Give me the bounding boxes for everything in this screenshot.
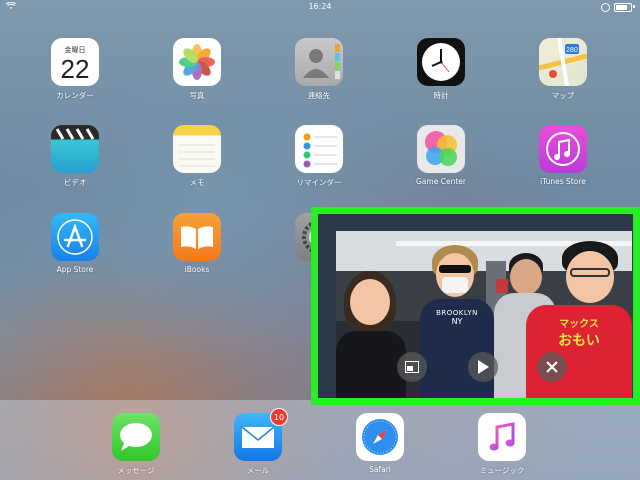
app-app-store[interactable]: App Store bbox=[35, 213, 115, 274]
calendar-weekday: 金曜日 bbox=[64, 45, 86, 54]
app-itunes-store[interactable]: iTunes Store bbox=[523, 125, 603, 186]
app-label: 連絡先 bbox=[307, 91, 331, 100]
app-gamecenter[interactable]: Game Center bbox=[401, 125, 481, 186]
app-label: メッセージ bbox=[117, 466, 155, 475]
shirt-text: マックス bbox=[559, 319, 599, 330]
pip-video[interactable]: BROOKLYN NY マックス おもい bbox=[336, 231, 632, 398]
app-label: 時計 bbox=[433, 91, 449, 100]
notes-icon bbox=[173, 125, 221, 173]
app-label: 写真 bbox=[189, 91, 205, 100]
person-shirt: マックス おもい bbox=[526, 305, 632, 398]
contacts-icon bbox=[295, 38, 343, 86]
app-notes[interactable]: メモ bbox=[157, 125, 237, 188]
dock-app-music[interactable]: ミュージック bbox=[462, 413, 542, 476]
itunes-store-icon bbox=[539, 125, 587, 173]
app-label: App Store bbox=[56, 265, 94, 274]
calendar-icon: 金曜日 22 bbox=[51, 38, 99, 86]
app-store-icon bbox=[51, 213, 99, 261]
app-videos[interactable]: ビデオ bbox=[35, 125, 115, 188]
sweater-text-2: NY bbox=[451, 317, 463, 326]
mail-badge: 10 bbox=[270, 408, 288, 426]
app-label: ミュージック bbox=[479, 466, 525, 475]
app-calendar[interactable]: 金曜日 22 カレンダー bbox=[35, 38, 115, 101]
dock-app-mail[interactable]: 10 メール bbox=[218, 408, 298, 476]
person-shirt bbox=[336, 331, 406, 398]
app-label: メモ bbox=[189, 178, 205, 187]
videos-icon bbox=[51, 125, 99, 173]
home-screen: 16:24 金曜日 22 カレンダー 写真 連絡先 時計 280 マップ ビデオ… bbox=[0, 0, 640, 480]
app-ibooks[interactable]: iBooks bbox=[157, 213, 237, 274]
app-label: ビデオ bbox=[63, 178, 87, 187]
face-mask bbox=[442, 277, 468, 293]
close-icon bbox=[546, 361, 558, 373]
app-contacts[interactable]: 連絡先 bbox=[279, 38, 359, 101]
music-note-icon bbox=[478, 413, 526, 461]
glasses bbox=[570, 268, 610, 277]
pip-close-button[interactable] bbox=[537, 352, 567, 382]
app-label: iTunes Store bbox=[540, 177, 586, 186]
sweater-text: BROOKLYN bbox=[436, 309, 478, 317]
ibooks-icon bbox=[173, 213, 221, 261]
dock-app-messages[interactable]: メッセージ bbox=[96, 413, 176, 476]
app-photos[interactable]: 写真 bbox=[157, 38, 237, 101]
app-label: マップ bbox=[551, 91, 575, 100]
pip-restore-button[interactable] bbox=[397, 352, 427, 382]
sunglasses bbox=[439, 265, 471, 273]
app-clock[interactable]: 時計 bbox=[401, 38, 481, 101]
app-label: iBooks bbox=[184, 265, 210, 274]
dock-app-safari[interactable]: Safari bbox=[340, 413, 420, 474]
battery-cap bbox=[633, 5, 635, 8]
app-reminders[interactable]: リマインダー bbox=[279, 125, 359, 188]
person-face bbox=[566, 251, 614, 303]
battery-icon bbox=[614, 3, 632, 12]
calendar-day: 22 bbox=[60, 53, 90, 84]
safari-compass-icon bbox=[356, 413, 404, 461]
app-label: カレンダー bbox=[56, 91, 94, 100]
pip-restore-icon bbox=[405, 361, 419, 373]
pip-highlight-frame: BROOKLYN NY マックス おもい bbox=[311, 207, 640, 405]
play-icon bbox=[478, 360, 489, 374]
clock-icon bbox=[417, 38, 465, 86]
person-sweater: BROOKLYN NY bbox=[420, 299, 494, 398]
game-center-icon bbox=[417, 125, 465, 173]
maps-route-number: 280 bbox=[566, 47, 578, 54]
app-label: Game Center bbox=[416, 177, 466, 186]
app-label: リマインダー bbox=[296, 178, 342, 187]
app-label: メール bbox=[246, 466, 270, 475]
rotation-lock-icon bbox=[601, 3, 610, 12]
status-bar: 16:24 bbox=[0, 0, 640, 14]
person-face bbox=[510, 259, 542, 295]
pip-play-button[interactable] bbox=[468, 352, 498, 382]
app-label: Safari bbox=[369, 465, 391, 474]
status-time: 16:24 bbox=[308, 2, 332, 11]
app-maps[interactable]: 280 マップ bbox=[523, 38, 603, 101]
shirt-text-2: おもい bbox=[558, 333, 600, 349]
person-face bbox=[350, 279, 390, 325]
maps-icon: 280 bbox=[539, 38, 587, 86]
photos-icon bbox=[173, 38, 221, 86]
reminders-icon bbox=[295, 125, 343, 173]
messages-icon bbox=[112, 413, 160, 461]
